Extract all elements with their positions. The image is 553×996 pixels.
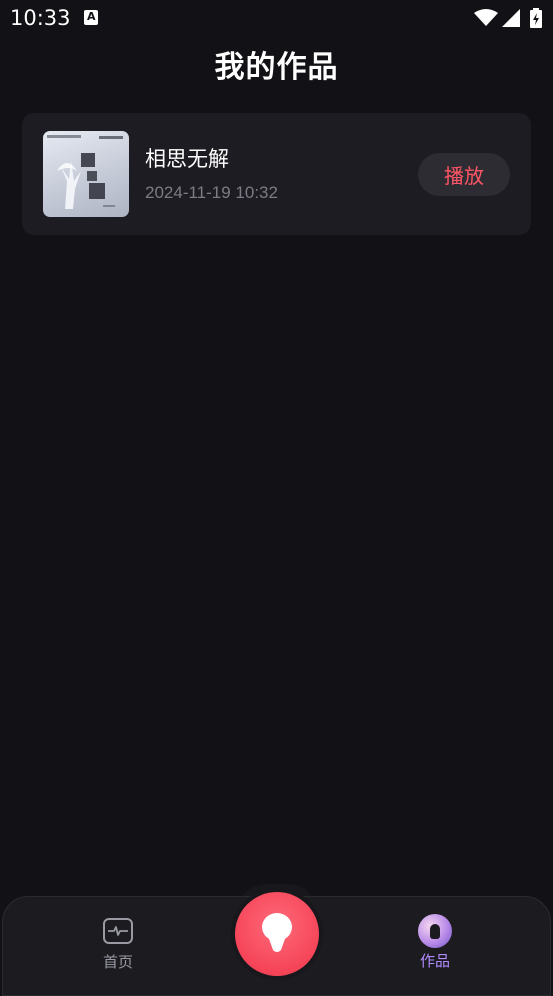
microphone-icon — [262, 913, 292, 952]
work-card[interactable]: 相思无解 2024-11-19 10:32 播放 — [22, 113, 531, 235]
nav-item-home[interactable]: 首页 — [86, 916, 150, 976]
work-date: 2024-11-19 10:32 — [145, 183, 278, 202]
works-icon — [418, 914, 452, 948]
home-pulse-icon — [103, 918, 133, 944]
nav-item-works[interactable]: 作品 — [403, 914, 467, 974]
album-cover-art — [47, 135, 123, 209]
notification-a-icon — [84, 10, 98, 25]
nav-works-label: 作品 — [419, 952, 450, 970]
album-cover — [43, 131, 129, 217]
battery-icon — [530, 8, 542, 28]
record-button[interactable] — [235, 892, 319, 976]
status-bar: 10:33 — [0, 0, 553, 38]
play-button[interactable]: 播放 — [418, 153, 510, 196]
nav-home-label: 首页 — [102, 953, 133, 971]
work-title: 相思无解 — [145, 147, 229, 171]
page-title: 我的作品 — [214, 50, 339, 85]
signal-icon — [502, 9, 520, 27]
wifi-icon — [474, 9, 498, 26]
status-time: 10:33 — [10, 6, 71, 30]
